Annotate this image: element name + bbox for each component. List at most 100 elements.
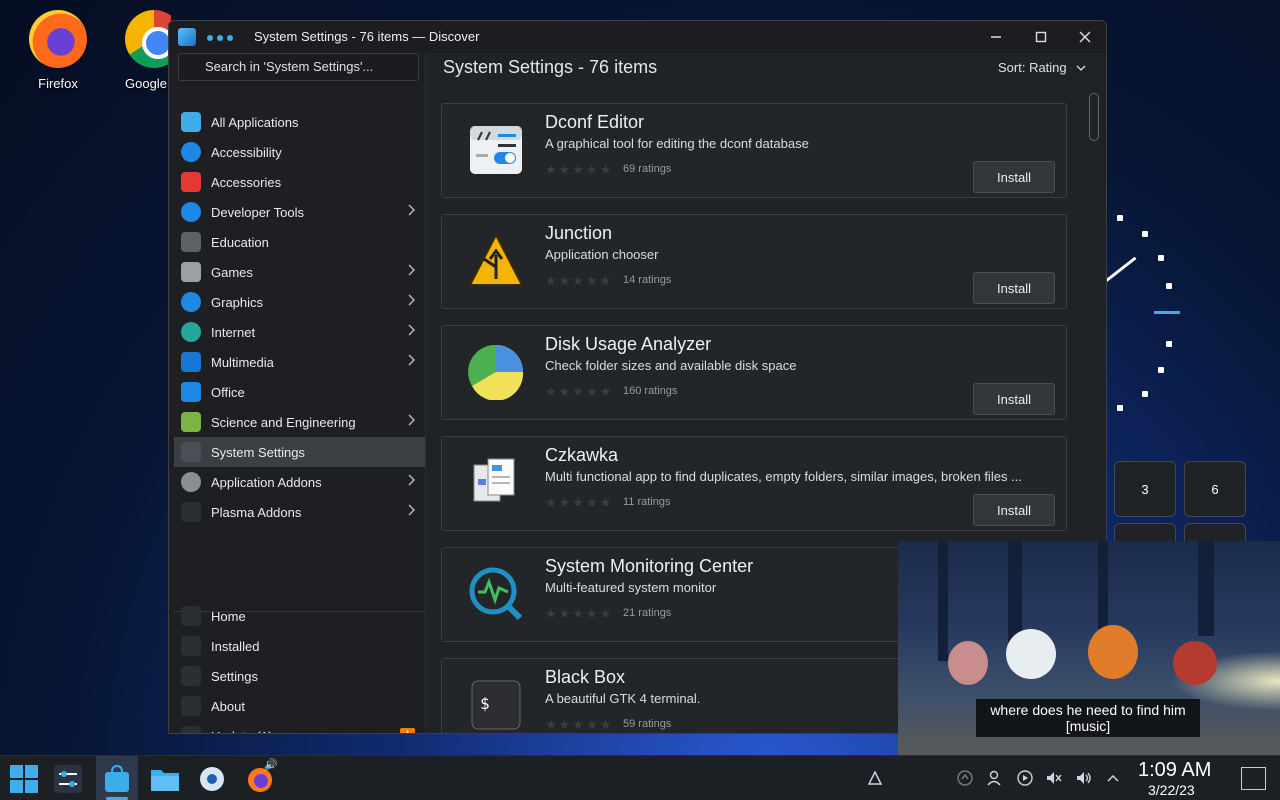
app-card[interactable]: Czkawka Multi functional app to find dupl… (441, 436, 1067, 531)
scrollbar[interactable] (1089, 93, 1099, 141)
keypad-key[interactable]: 6 (1184, 461, 1246, 517)
all-apps-icon (181, 112, 201, 132)
taskbar-kde-app[interactable] (197, 764, 227, 794)
system-settings-icon (181, 442, 201, 462)
sidebar-item-label: Office (211, 384, 245, 400)
office-icon (181, 382, 201, 402)
sidebar-item-internet[interactable]: Internet (174, 317, 425, 347)
desktop-icon-firefox[interactable]: Firefox (13, 10, 103, 91)
taskbar-firefox[interactable]: 🔊 (246, 759, 278, 794)
app-description: A graphical tool for editing the dconf d… (545, 136, 809, 151)
video-player[interactable]: where does he need to find him [music] (898, 541, 1280, 755)
system-monitor-icon (468, 566, 524, 622)
discover-app-icon[interactable] (178, 28, 196, 46)
junction-icon (468, 232, 524, 289)
nav-item-home[interactable]: Home (174, 601, 425, 631)
sort-dropdown[interactable]: Sort: Rating (998, 60, 1086, 75)
subtitle-line: where does he need to find him (990, 702, 1186, 718)
nav-item-installed[interactable]: Installed (174, 631, 425, 661)
updates-icon[interactable] (955, 768, 975, 788)
desktop-icon-label: Google Chrome (125, 76, 171, 91)
sidebar-item-games[interactable]: Games (174, 257, 425, 287)
volume-icon[interactable] (1074, 768, 1094, 788)
sidebar-item-system-settings[interactable]: System Settings (174, 437, 425, 467)
developer-tools-icon (181, 202, 201, 222)
svg-text:$: $ (480, 694, 490, 713)
minimize-button[interactable] (984, 25, 1008, 49)
app-card[interactable]: Disk Usage Analyzer Check folder sizes an… (441, 325, 1067, 420)
sidebar-item-education[interactable]: Education (174, 227, 425, 257)
mute-icon[interactable] (1044, 768, 1064, 788)
clock-time[interactable]: 1:09 AM (1138, 759, 1211, 782)
sidebar-item-plasma-addons[interactable]: Plasma Addons (174, 497, 425, 527)
sidebar-item-accessories[interactable]: Accessories (174, 167, 425, 197)
taskbar-system-settings[interactable] (53, 764, 83, 794)
sidebar-item-label: Games (211, 264, 253, 280)
user-switch-icon[interactable] (985, 768, 1005, 788)
rating-stars-icon: ★★★★★ (545, 606, 614, 621)
black-box-icon: $ (468, 677, 524, 733)
sidebar-item-developer-tools[interactable]: Developer Tools (174, 197, 425, 227)
disk-usage-icon (468, 344, 524, 401)
sidebar-item-office[interactable]: Office (174, 377, 425, 407)
keypad-key[interactable]: 3 (1114, 461, 1176, 517)
clock-date[interactable]: 3/22/23 (1148, 782, 1195, 798)
desktop-icon-chrome[interactable]: Google Chrome (125, 10, 171, 91)
install-button[interactable]: Install (973, 494, 1055, 526)
notifications-icon[interactable] (865, 768, 885, 788)
nav-item-label: Update (1) (211, 729, 272, 734)
home-icon (181, 606, 201, 626)
close-button[interactable] (1073, 25, 1097, 49)
window-menu-icon[interactable] (207, 35, 233, 41)
sidebar-item-all-applications[interactable]: All Applications (174, 107, 425, 137)
app-description: Application chooser (545, 247, 659, 262)
nav-item-label: About (211, 698, 245, 714)
sidebar-item-science-and-engineering[interactable]: Science and Engineering (174, 407, 425, 437)
chrome-icon (125, 10, 171, 68)
plasma-addons-icon (181, 502, 201, 522)
taskbar-file-manager[interactable] (150, 764, 180, 794)
discover-icon (105, 764, 129, 792)
chevron-up-icon[interactable] (1103, 768, 1123, 788)
app-name: Black Box (545, 667, 626, 687)
installed-icon (181, 636, 201, 656)
sidebar-item-label: Graphics (211, 294, 264, 310)
sidebar-item-application-addons[interactable]: Application Addons (174, 467, 425, 497)
application-addons-icon (181, 472, 201, 492)
sidebar-item-multimedia[interactable]: Multimedia (174, 347, 425, 377)
system-settings-icon (54, 765, 82, 793)
app-card[interactable]: Dconf Editor A graphical tool for editing… (441, 103, 1067, 198)
sidebar-item-label: Science and Engineering (211, 414, 356, 430)
chevron-right-icon (407, 203, 415, 219)
video-character (1088, 625, 1138, 679)
show-desktop-button[interactable] (1241, 767, 1266, 790)
taskbar-discover[interactable] (102, 764, 132, 794)
app-name: System Monitoring Center (545, 556, 754, 576)
app-card[interactable]: Junction Application chooser ★★★★★ 14 ratin… (441, 214, 1067, 309)
update-icon (181, 726, 201, 733)
install-button[interactable]: Install (973, 161, 1055, 193)
rating-stars-icon: ★★★★★ (545, 717, 614, 732)
install-button[interactable]: Install (973, 272, 1055, 304)
science-icon (181, 412, 201, 432)
sidebar-item-label: Application Addons (211, 474, 322, 490)
sidebar-item-graphics[interactable]: Graphics (174, 287, 425, 317)
app-ratings: 160 ratings (623, 385, 678, 397)
rating-stars-icon: ★★★★★ (545, 162, 614, 177)
search-input[interactable]: Search in 'System Settings'... (178, 53, 419, 81)
start-menu-button[interactable] (9, 764, 39, 794)
install-button[interactable]: Install (973, 383, 1055, 415)
window-titlebar[interactable]: System Settings - 76 items — Discover (169, 21, 1106, 53)
nav-item-settings[interactable]: Settings (174, 661, 425, 691)
keypad-widget: 3 6 (1108, 455, 1258, 579)
nav-item-about[interactable]: About (174, 691, 425, 721)
nav-item-update[interactable]: Update (1)! (174, 721, 425, 734)
rating-stars-icon: ★★★★★ (545, 384, 614, 399)
graphics-icon (181, 292, 201, 312)
chevron-right-icon (407, 503, 415, 519)
sidebar-item-label: Multimedia (211, 354, 274, 370)
maximize-button[interactable] (1029, 25, 1053, 49)
sidebar-item-accessibility[interactable]: Accessibility (174, 137, 425, 167)
sidebar-item-label: Developer Tools (211, 204, 304, 220)
media-player-icon[interactable] (1015, 768, 1035, 788)
